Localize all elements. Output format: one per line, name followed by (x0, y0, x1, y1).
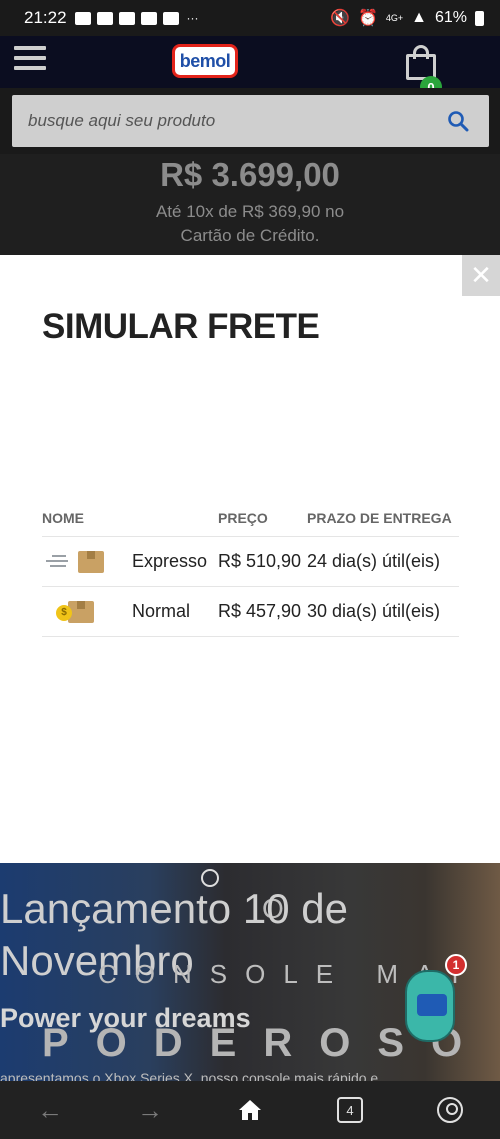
installments-line2: Cartão de Crédito. (180, 226, 320, 245)
status-time: 21:22 (24, 8, 67, 27)
menu-icon[interactable] (14, 46, 46, 72)
search-bar (0, 88, 500, 154)
shipping-name: Expresso (132, 551, 208, 571)
notification-icons (74, 11, 179, 25)
status-bar: 21:22 ··· 🔇 ⏰ 4G+ ▲ 61% (0, 0, 500, 36)
more-notifications-icon: ··· (186, 11, 199, 25)
arrow-left-icon: ← (37, 1094, 63, 1125)
account-button[interactable] (400, 1081, 500, 1139)
youtube-icon (162, 11, 179, 25)
tabs-icon: 4 (337, 1097, 363, 1123)
account-icon (437, 1097, 463, 1123)
tabs-button[interactable]: 4 (300, 1081, 400, 1139)
product-price: R$ 3.699,00 (160, 156, 340, 193)
shipping-deadline: 30 dia(s) útil(eis) (307, 601, 441, 621)
mute-icon: 🔇 (330, 10, 350, 27)
message-icon (74, 11, 91, 25)
promo-footer-text: apresentamos o Xbox Series X, nosso cons… (0, 1070, 379, 1081)
battery-percent: 61% (434, 9, 467, 26)
shipping-deadline: 24 dia(s) útil(eis) (307, 551, 441, 571)
home-icon (239, 1100, 261, 1120)
product-price-section: R$ 3.699,00 Até 10x de R$ 369,90 no Cart… (0, 154, 500, 255)
search-box (12, 95, 489, 147)
close-button[interactable]: ✕ (462, 255, 500, 296)
bird-icon (118, 11, 135, 25)
installments-line1: Até 10x de R$ 369,90 no (155, 202, 345, 221)
header-price: PREÇO (218, 509, 268, 526)
network-label: 4G+ (385, 13, 404, 23)
normal-delivery-icon: $ (42, 587, 132, 637)
header-deadline: PRAZO DE ENTREGA (307, 509, 452, 526)
search-icon[interactable] (446, 109, 470, 133)
shipping-modal: ✕ SIMULAR FRETE NOME PREÇO PRAZO DE ENTR… (0, 255, 500, 863)
table-row[interactable]: $ Normal R$ 457,90 30 dia(s) útil(eis) (42, 587, 459, 637)
cart-button[interactable]: 0 (404, 44, 444, 98)
robot-icon (405, 970, 455, 1042)
shipping-price: R$ 510,90 (218, 551, 302, 571)
search-input[interactable] (12, 95, 432, 147)
forward-button[interactable]: → (100, 1081, 200, 1139)
signal-icon: ▲ (411, 9, 427, 26)
battery-icon (475, 10, 484, 26)
arrow-right-icon: → (137, 1094, 163, 1125)
chatbot-badge: 1 (445, 954, 467, 976)
alarm-icon: ⏰ (357, 10, 378, 27)
express-delivery-icon (42, 537, 132, 587)
header-name: NOME (42, 509, 84, 526)
table-header: NOME PREÇO PRAZO DE ENTREGA (42, 499, 459, 537)
table-row[interactable]: Expresso R$ 510,90 24 dia(s) útil(eis) (42, 537, 459, 587)
shipping-name: Normal (132, 601, 191, 621)
chatbot-button[interactable]: 1 (405, 954, 467, 1044)
browser-navbar: ← → 4 (0, 1081, 500, 1139)
site-header: bemol 0 (0, 36, 500, 98)
logo[interactable]: bemol (172, 44, 238, 78)
modal-title: SIMULAR FRETE (42, 307, 320, 346)
shipping-price: R$ 457,90 (218, 601, 302, 621)
youtube-icon (140, 11, 157, 25)
shipping-table: NOME PREÇO PRAZO DE ENTREGA Expresso R$ … (42, 499, 459, 637)
shopping-icon (96, 11, 113, 25)
back-button[interactable]: ← (0, 1081, 100, 1139)
home-button[interactable] (200, 1081, 300, 1139)
